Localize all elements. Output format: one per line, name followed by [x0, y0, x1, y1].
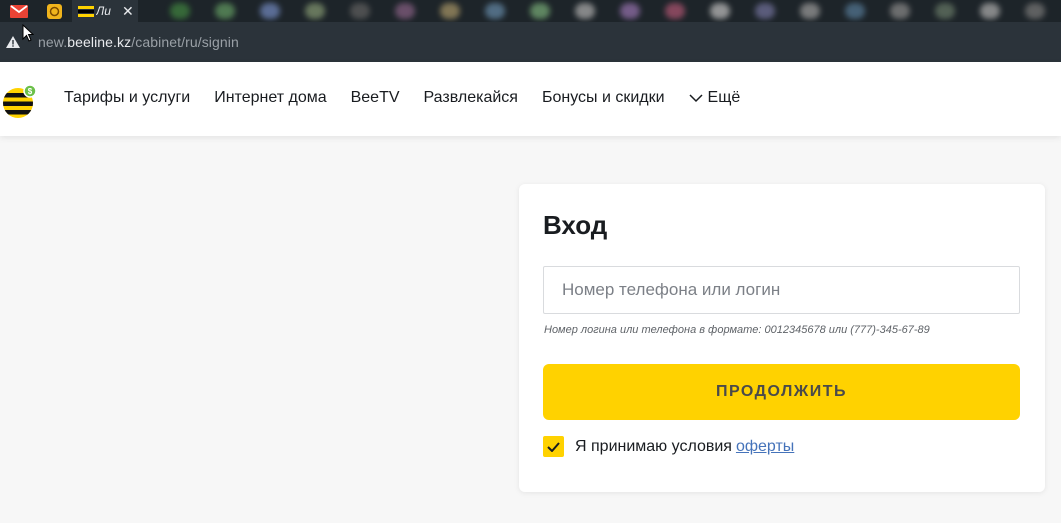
blurred-tab[interactable]: [350, 3, 370, 19]
blurred-tab[interactable]: [485, 3, 505, 19]
nav-item-entertainment[interactable]: Развлекайся: [424, 89, 518, 107]
blurred-tab[interactable]: [620, 3, 640, 19]
site-header: $ Тарифы и услуги Интернет дома BeeTV Ра…: [0, 62, 1061, 136]
url-domain: beeline.kz: [67, 34, 132, 50]
blurred-tab[interactable]: [305, 3, 325, 19]
svg-text:$: $: [28, 87, 33, 96]
url-prefix: new.: [38, 34, 68, 50]
url-text[interactable]: new.beeline.kz/cabinet/ru/signin: [38, 34, 239, 50]
offer-link[interactable]: оферты: [736, 438, 794, 456]
tab-title: Ли: [96, 4, 111, 18]
warning-icon[interactable]: [6, 36, 20, 48]
login-input[interactable]: [543, 266, 1020, 314]
login-title: Вход: [543, 210, 608, 240]
url-path: /cabinet/ru/signin: [131, 34, 239, 50]
blurred-tab[interactable]: [575, 3, 595, 19]
nav-item-bonuses[interactable]: Бонусы и скидки: [542, 89, 665, 107]
nav-more-label: Ещё: [707, 89, 741, 106]
blurred-tab[interactable]: [935, 3, 955, 19]
tab-gmail[interactable]: [2, 0, 36, 22]
blurred-tab[interactable]: [845, 3, 865, 19]
tab-close-icon[interactable]: ✕: [122, 4, 134, 18]
agree-checkbox[interactable]: [543, 436, 564, 457]
blurred-tab[interactable]: [395, 3, 415, 19]
beeline-favicon: [78, 5, 94, 17]
blurred-tab[interactable]: [890, 3, 910, 19]
browser-tabstrip: Ли ✕: [0, 0, 1061, 22]
nav-item-tariffs[interactable]: Тарифы и услуги: [64, 89, 190, 107]
login-hint: Номер логина или телефона в формате: 001…: [544, 324, 930, 336]
tab-active[interactable]: Ли ✕: [72, 0, 138, 22]
blurred-tab[interactable]: [1025, 3, 1045, 19]
gmail-icon: [10, 4, 28, 18]
checkmark-icon: [547, 441, 560, 452]
blurred-tab[interactable]: [215, 3, 235, 19]
agree-text: Я принимаю условия: [575, 437, 732, 455]
blurred-tab[interactable]: [260, 3, 280, 19]
blurred-tab[interactable]: [800, 3, 820, 19]
address-bar[interactable]: new.beeline.kz/cabinet/ru/signin: [0, 22, 1061, 62]
nav-item-beetv[interactable]: BeeTV: [351, 89, 400, 107]
blurred-tab[interactable]: [755, 3, 775, 19]
tab-pinned-2[interactable]: [37, 0, 71, 22]
blurred-tab[interactable]: [530, 3, 550, 19]
login-card: Вход Номер логина или телефона в формате…: [519, 184, 1045, 492]
agree-row: Я принимаю условия оферты: [543, 436, 794, 457]
blurred-tab[interactable]: [170, 3, 190, 19]
blurred-tab[interactable]: [665, 3, 685, 19]
app-icon: [46, 3, 62, 19]
chevron-down-icon: [689, 93, 703, 102]
nav-more-button[interactable]: Ещё: [689, 89, 741, 107]
continue-button[interactable]: ПРОДОЛЖИТЬ: [543, 364, 1020, 420]
mouse-cursor-icon: [22, 24, 34, 42]
main-nav: Тарифы и услуги Интернет дома BeeTV Разв…: [64, 89, 740, 107]
beeline-logo[interactable]: $: [2, 84, 38, 118]
blurred-tab[interactable]: [980, 3, 1000, 19]
blurred-tab[interactable]: [440, 3, 460, 19]
nav-item-home-internet[interactable]: Интернет дома: [214, 89, 326, 107]
blurred-tab[interactable]: [710, 3, 730, 19]
